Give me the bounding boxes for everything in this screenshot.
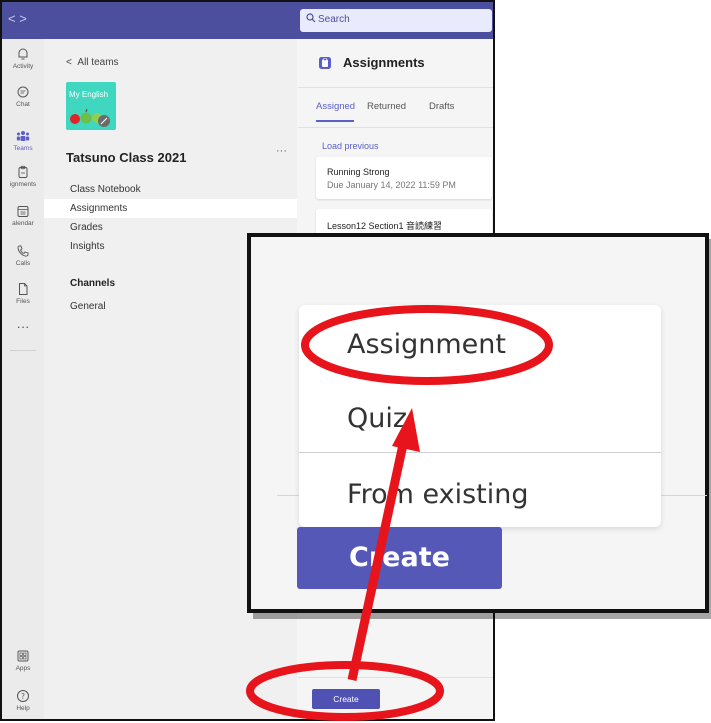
file-icon xyxy=(19,283,28,295)
back-link-label: All teams xyxy=(77,57,119,68)
nav-assignments[interactable]: Assignments xyxy=(44,199,297,218)
rail-chat[interactable]: Chat xyxy=(2,85,44,108)
rail-label: alendar xyxy=(12,220,34,227)
assignments-app-icon xyxy=(319,57,331,69)
all-teams-link[interactable]: < All teams xyxy=(66,57,119,68)
rail-assignments[interactable]: ignments xyxy=(2,165,44,188)
rail-apps[interactable]: Apps xyxy=(2,649,44,672)
team-avatar-text: My English xyxy=(69,90,109,99)
menu-item-from-existing[interactable]: From existing xyxy=(347,479,529,510)
rail-label: Calls xyxy=(15,260,31,267)
chat-icon xyxy=(17,86,29,98)
rail-calls[interactable]: Calls xyxy=(2,244,44,267)
assignments-icon xyxy=(18,165,28,178)
rail-label: Teams xyxy=(13,145,33,152)
phone-icon xyxy=(17,245,29,257)
rail-label: Apps xyxy=(15,665,31,672)
top-bar: < > Search xyxy=(2,2,493,39)
load-previous-link[interactable]: Load previous xyxy=(322,141,379,151)
apples-icon xyxy=(70,108,110,127)
assignments-tabs: Assigned Returned Drafts xyxy=(298,87,493,128)
team-name: Tatsuno Class 2021 xyxy=(66,150,187,165)
assignment-title: Lesson12 Section1 音読練習 xyxy=(327,221,443,231)
menu-divider xyxy=(299,452,661,453)
search-input[interactable]: Search xyxy=(318,14,350,25)
teams-icon xyxy=(16,131,30,141)
rail-help[interactable]: ? Help xyxy=(2,689,44,712)
assignments-title: Assignments xyxy=(343,55,425,70)
assignments-header: Assignments xyxy=(298,39,493,88)
menu-item-quiz[interactable]: Quiz xyxy=(347,403,407,434)
assignment-title: Running Strong xyxy=(327,167,390,177)
rail-label: Files xyxy=(16,298,30,305)
tab-returned[interactable]: Returned xyxy=(367,101,406,112)
create-button[interactable]: Create xyxy=(312,689,380,709)
tab-drafts[interactable]: Drafts xyxy=(429,101,454,112)
rail-label: ignments xyxy=(9,181,37,188)
rail-label: Chat xyxy=(16,101,30,108)
app-rail: Activity Chat Teams ignments alendar Cal… xyxy=(2,39,45,719)
rail-label: Help xyxy=(16,705,30,712)
calendar-icon xyxy=(17,206,29,217)
back-forward-icon[interactable]: < > xyxy=(8,11,27,26)
create-menu: Assignment Quiz From existing xyxy=(299,305,661,527)
apps-icon xyxy=(17,650,29,662)
tab-assigned[interactable]: Assigned xyxy=(316,101,355,112)
rail-label: Activity xyxy=(12,63,34,70)
more-options-icon[interactable]: ··· xyxy=(276,145,287,157)
assignment-card[interactable]: Running Strong Due January 14, 2022 11:5… xyxy=(316,157,492,199)
rail-divider xyxy=(10,350,36,351)
menu-item-assignment[interactable]: Assignment xyxy=(347,329,506,360)
svg-text:?: ? xyxy=(21,692,25,701)
active-tab-indicator xyxy=(316,120,354,122)
rail-calendar[interactable]: alendar xyxy=(2,204,44,227)
assignment-due: Due January 14, 2022 11:59 PM xyxy=(327,180,456,190)
team-avatar: My English xyxy=(66,82,116,130)
rail-files[interactable]: Files xyxy=(2,282,44,305)
create-button-zoomed[interactable]: Create xyxy=(297,527,502,589)
assignments-footer-divider xyxy=(298,677,493,678)
rail-teams[interactable]: Teams xyxy=(2,129,44,152)
bell-icon xyxy=(18,48,28,60)
nav-class-notebook[interactable]: Class Notebook xyxy=(44,180,297,199)
channels-heading: Channels xyxy=(70,278,116,289)
help-icon: ? xyxy=(17,690,29,702)
rail-activity[interactable]: Activity xyxy=(2,47,44,70)
more-apps-icon[interactable]: ··· xyxy=(2,319,44,334)
zoomed-callout: Assignment Quiz From existing Create xyxy=(247,233,709,613)
chevron-left-icon: < xyxy=(66,57,72,68)
search-icon xyxy=(306,13,316,23)
search-box[interactable]: Search xyxy=(300,9,492,32)
